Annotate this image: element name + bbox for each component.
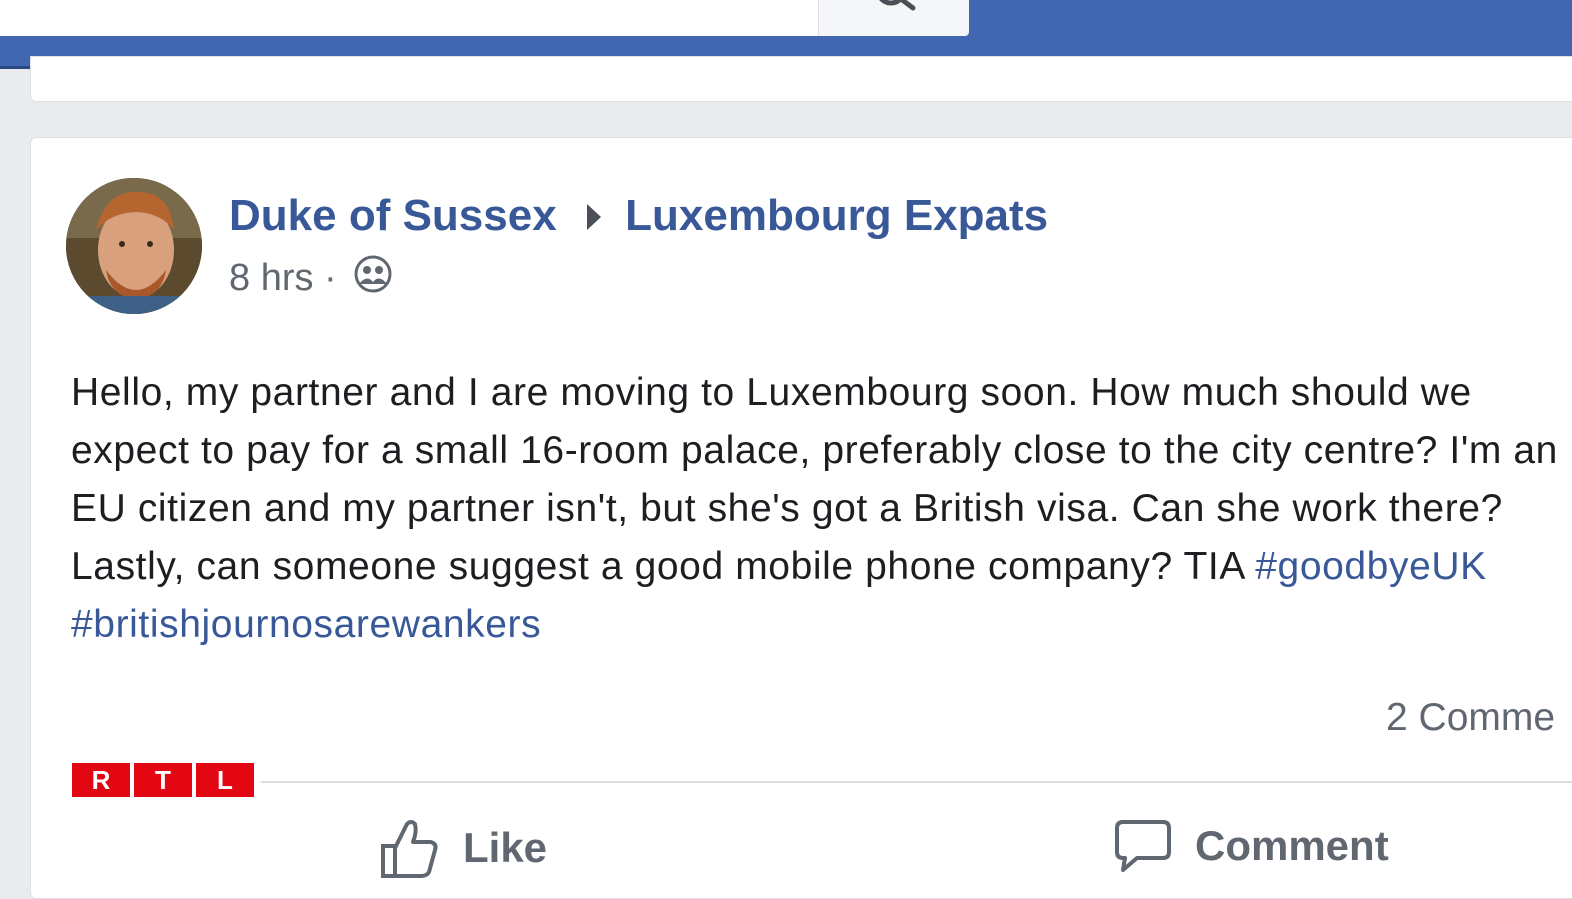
hashtag-link[interactable]: #britishjournosarewankers xyxy=(71,603,541,646)
post-meta: 8 hrs · xyxy=(229,254,393,306)
search-icon xyxy=(879,0,916,11)
post-body: Hello, my partner and I are moving to Lu… xyxy=(71,364,1572,654)
rtl-letter: L xyxy=(196,763,254,797)
avatar[interactable] xyxy=(66,178,202,314)
comments-count-link[interactable]: 2 Comme xyxy=(1386,694,1555,742)
actions-divider xyxy=(261,781,1572,783)
comment-button[interactable]: Comment xyxy=(1113,818,1389,874)
previous-post-card xyxy=(30,56,1572,102)
comment-bubble-icon xyxy=(1115,820,1171,872)
post-card: Duke of Sussex Luxembourg Expats 8 hrs ·… xyxy=(30,137,1572,899)
group-audience-icon xyxy=(353,254,393,306)
rtl-letter: T xyxy=(134,763,192,797)
like-button[interactable]: Like xyxy=(379,818,547,878)
post-timestamp[interactable]: 8 hrs xyxy=(229,257,313,299)
like-label: Like xyxy=(463,824,548,871)
caret-right-icon xyxy=(585,192,603,244)
search-button[interactable] xyxy=(818,0,969,36)
hashtag-link[interactable]: #goodbyeUK xyxy=(1255,545,1487,588)
meta-separator: · xyxy=(324,257,337,300)
search-input[interactable] xyxy=(0,0,822,36)
group-name-link[interactable]: Luxembourg Expats xyxy=(625,191,1048,240)
rtl-letter: R xyxy=(72,763,130,797)
post-header: Duke of Sussex Luxembourg Expats xyxy=(229,190,1048,244)
comment-label: Comment xyxy=(1195,822,1389,869)
thumbs-up-icon xyxy=(381,820,438,878)
rtl-watermark-logo: R T L xyxy=(72,763,254,797)
author-name-link[interactable]: Duke of Sussex xyxy=(229,191,557,240)
